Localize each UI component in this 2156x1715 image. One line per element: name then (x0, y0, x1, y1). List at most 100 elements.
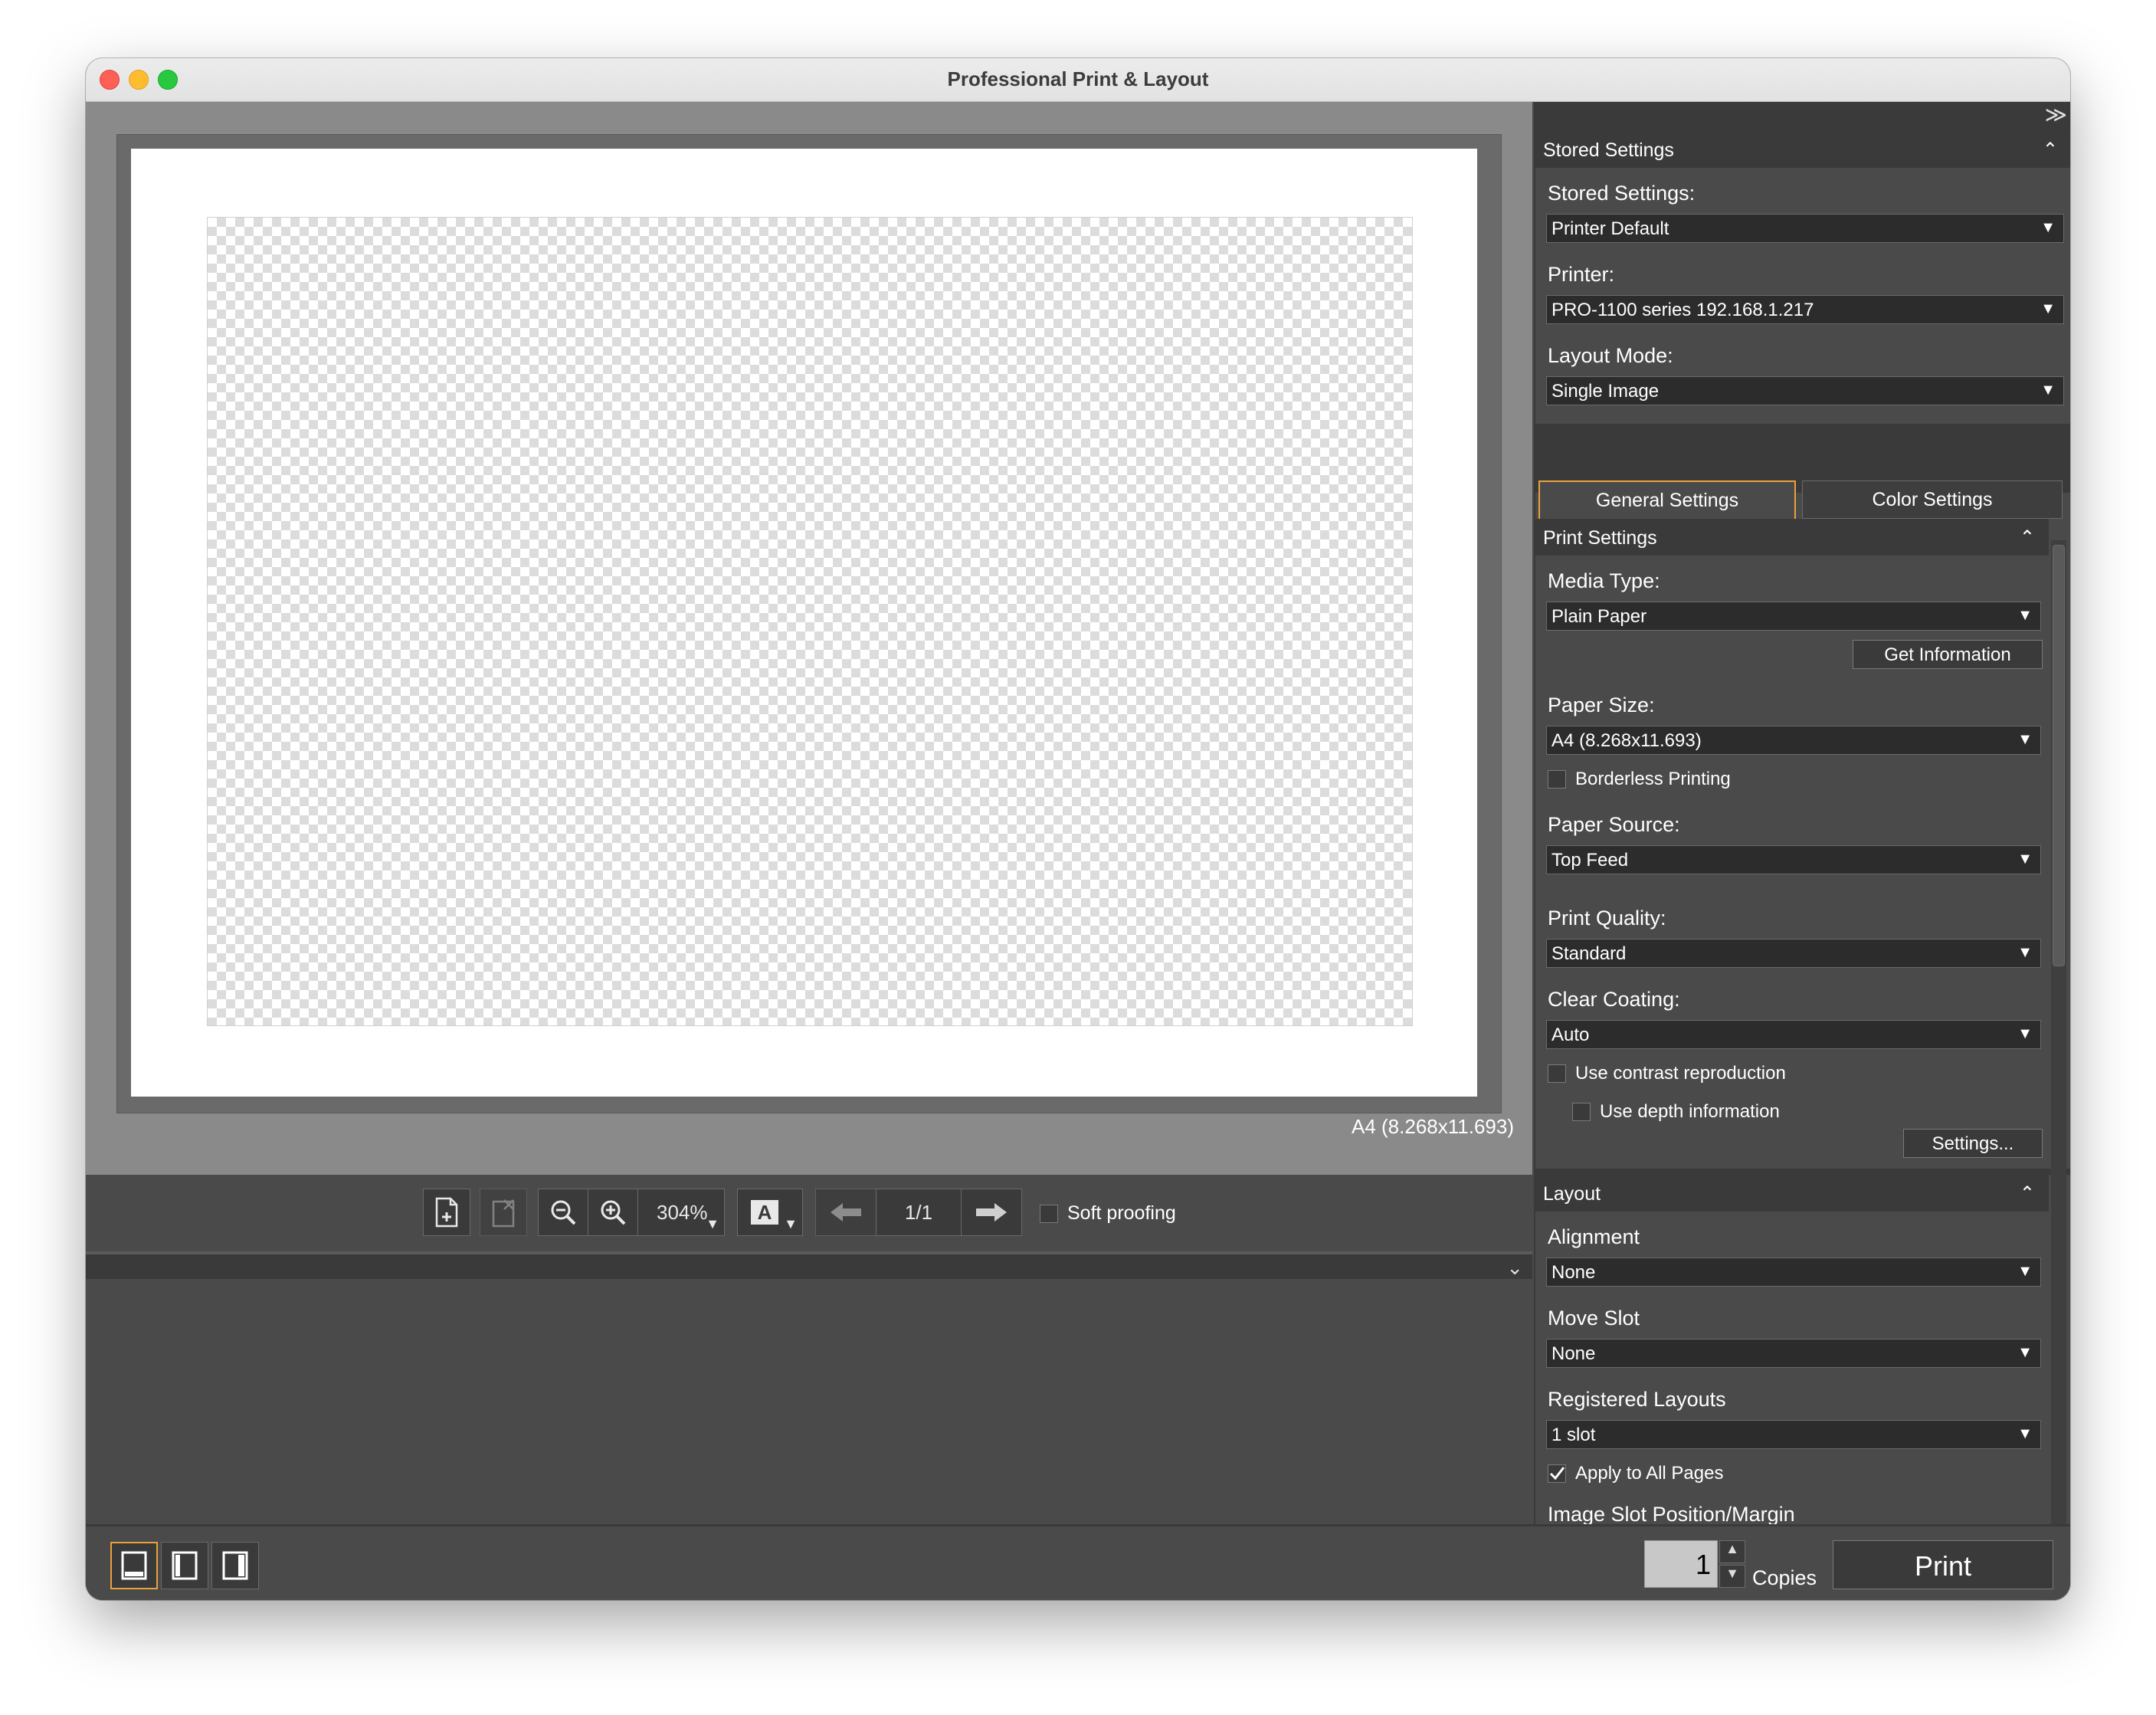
chevron-up-icon: ⌃ (2019, 1183, 2035, 1204)
text-font-icon: A (751, 1200, 778, 1225)
clear-coating-select[interactable]: Auto ▼ (1546, 1020, 2041, 1049)
dropdown-arrow-icon: ▼ (2017, 731, 2033, 748)
previous-page-button[interactable] (815, 1189, 876, 1236)
clear-coating-label: Clear Coating: (1548, 988, 1680, 1011)
text-dropdown-icon: ▼ (784, 1216, 798, 1231)
borderless-printing-checkbox[interactable] (1548, 770, 1566, 789)
get-information-button[interactable]: Get Information (1853, 640, 2043, 669)
panel-divider[interactable]: ⌄ (86, 1251, 1532, 1279)
depth-information-option[interactable]: Use depth information (1572, 1101, 1780, 1123)
print-quality-select[interactable]: Standard ▼ (1546, 939, 2041, 968)
move-slot-select[interactable]: None ▼ (1546, 1339, 2041, 1368)
paper-preview (131, 149, 1477, 1097)
borderless-printing-option[interactable]: Borderless Printing (1548, 769, 1731, 790)
dropdown-arrow-icon: ▼ (2040, 382, 2056, 398)
dropdown-arrow-icon: ▼ (2017, 1344, 2033, 1361)
zoom-out-button[interactable] (538, 1189, 588, 1236)
layout-mode-select[interactable]: Single Image ▼ (1546, 376, 2064, 405)
printer-value: PRO-1100 series 192.168.1.217 (1551, 300, 1814, 320)
print-preview-area: A4 (8.268x11.693) (86, 102, 1532, 1175)
tab-color-settings[interactable]: Color Settings (1802, 480, 2063, 519)
copies-decrement-icon[interactable]: ▼ (1719, 1565, 1745, 1588)
print-button[interactable]: Print (1833, 1540, 2053, 1589)
paper-source-select[interactable]: Top Feed ▼ (1546, 845, 2041, 874)
layout-header[interactable]: Layout ⌃ (1535, 1175, 2049, 1212)
printer-label: Printer: (1548, 263, 1615, 286)
paper-source-label: Paper Source: (1548, 813, 1680, 836)
settings-panel: ≫ Stored Settings ⌃ Stored Settings: Pri… (1534, 102, 2070, 1524)
printer-select[interactable]: PRO-1100 series 192.168.1.217 ▼ (1546, 295, 2064, 324)
apply-all-pages-option[interactable]: Apply to All Pages (1548, 1463, 1723, 1484)
view-split-left-button[interactable] (161, 1542, 208, 1589)
checkmark-icon (1549, 1467, 1565, 1481)
settings-scrollbar[interactable] (2051, 540, 2066, 1524)
registered-layouts-value: 1 slot (1551, 1425, 1596, 1445)
registered-layouts-select[interactable]: 1 slot ▼ (1546, 1420, 2041, 1449)
media-type-label: Media Type: (1548, 569, 1660, 592)
print-settings-header[interactable]: Print Settings ⌃ (1535, 519, 2049, 556)
zoom-select[interactable]: 304% ▼ (637, 1189, 725, 1236)
copies-input[interactable]: 1 (1644, 1540, 1718, 1588)
copies-stepper[interactable]: ▲ ▼ (1719, 1540, 1745, 1588)
zoom-out-icon (551, 1200, 576, 1225)
preview-frame (116, 134, 1502, 1113)
zoom-in-button[interactable] (588, 1189, 638, 1236)
print-settings-header-label: Print Settings (1543, 527, 1657, 549)
zoom-dropdown-icon: ▼ (706, 1216, 719, 1231)
layout-header-label: Layout (1543, 1183, 1601, 1205)
double-chevron-right-icon[interactable]: ≫ (2045, 102, 2067, 127)
contrast-reproduction-option[interactable]: Use contrast reproduction (1548, 1063, 1786, 1084)
text-overlay-button[interactable]: A ▼ (737, 1189, 803, 1236)
paper-size-label: Paper Size: (1548, 694, 1655, 716)
dropdown-arrow-icon: ▼ (2040, 219, 2056, 236)
title-bar: Professional Print & Layout (86, 58, 2070, 102)
soft-proofing-checkbox[interactable] (1040, 1204, 1058, 1223)
view-single-icon (121, 1551, 147, 1580)
paper-size-select[interactable]: A4 (8.268x11.693) ▼ (1546, 726, 2041, 755)
contrast-reproduction-checkbox[interactable] (1548, 1064, 1566, 1083)
apply-all-pages-checkbox[interactable] (1548, 1464, 1566, 1483)
soft-proofing-toggle[interactable]: Soft proofing (1040, 1202, 1176, 1225)
soft-proofing-label: Soft proofing (1067, 1202, 1176, 1224)
stored-settings-header-label: Stored Settings (1543, 139, 1674, 161)
arrow-left-icon (831, 1203, 861, 1221)
print-quality-value: Standard (1551, 943, 1627, 964)
copies-increment-icon[interactable]: ▲ (1719, 1540, 1745, 1563)
dropdown-arrow-icon: ▼ (2017, 944, 2033, 961)
alignment-label: Alignment (1548, 1225, 1640, 1248)
delete-page-icon (492, 1199, 515, 1228)
tab-general-settings[interactable]: General Settings (1538, 480, 1796, 519)
add-page-button[interactable] (423, 1189, 470, 1236)
media-type-select[interactable]: Plain Paper ▼ (1546, 602, 2041, 631)
dropdown-arrow-icon: ▼ (2017, 1263, 2033, 1280)
settings-button[interactable]: Settings... (1903, 1129, 2043, 1158)
app-window: Professional Print & Layout A4 (8.268x11… (86, 58, 2070, 1600)
apply-all-pages-label: Apply to All Pages (1575, 1463, 1724, 1484)
zoom-in-icon (601, 1200, 626, 1225)
depth-information-checkbox[interactable] (1572, 1103, 1591, 1121)
window-title: Professional Print & Layout (947, 67, 1209, 90)
panel-top-strip: ≫ (1535, 102, 2070, 131)
view-split-right-button[interactable] (211, 1542, 259, 1589)
paper-size-value: A4 (8.268x11.693) (1551, 730, 1702, 751)
chevron-up-icon: ⌃ (2019, 527, 2035, 548)
clear-coating-value: Auto (1551, 1025, 1590, 1045)
delete-page-button[interactable] (480, 1189, 527, 1236)
settings-tabs: General Settings Color Settings (1535, 476, 2070, 519)
image-slot[interactable] (207, 217, 1413, 1026)
copies-label: Copies (1752, 1566, 1817, 1589)
image-slot-position-label: Image Slot Position/Margin (1548, 1503, 1795, 1524)
preview-toolbar: 304% ▼ A ▼ 1/1 Soft proofing (86, 1175, 1532, 1251)
thumbnail-area (86, 1279, 1532, 1524)
chevron-up-icon: ⌃ (2042, 139, 2058, 160)
next-page-button[interactable] (961, 1189, 1022, 1236)
settings-scrollbar-thumb[interactable] (2053, 545, 2065, 966)
stored-settings-select[interactable]: Printer Default ▼ (1546, 214, 2064, 243)
stored-settings-header[interactable]: Stored Settings ⌃ (1535, 131, 2070, 168)
alignment-select[interactable]: None ▼ (1546, 1258, 2041, 1287)
view-single-button[interactable] (110, 1542, 158, 1589)
layout-mode-value: Single Image (1551, 381, 1660, 402)
double-chevron-down-icon[interactable]: ⌄ (1506, 1256, 1523, 1280)
add-page-icon (435, 1197, 458, 1228)
dropdown-arrow-icon: ▼ (2040, 300, 2056, 317)
